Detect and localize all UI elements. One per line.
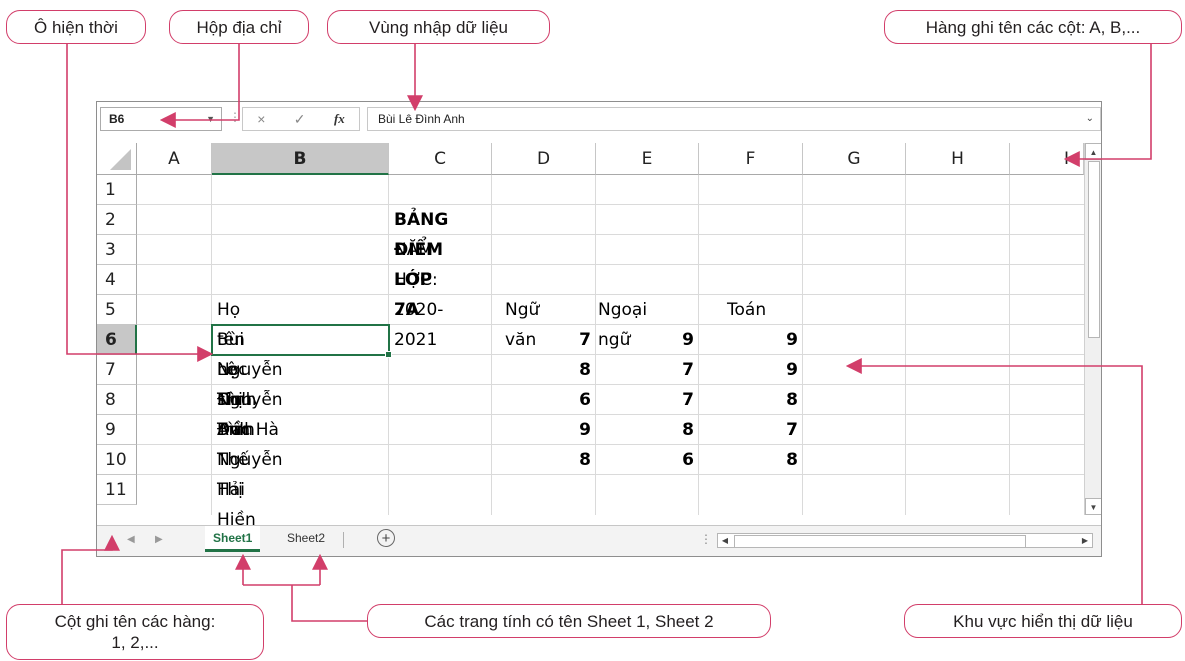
score-value: 9 — [786, 360, 798, 380]
score-value: 8 — [786, 450, 798, 470]
formula-buttons: × ✓ fx — [242, 107, 360, 131]
row-header-11[interactable]: 11 — [97, 475, 137, 505]
spreadsheet-window: B6 ▼ ⋮ × ✓ fx Bùi Lê Đình Anh ⌄ A B C D … — [96, 101, 1102, 557]
score-value: 8 — [682, 420, 694, 440]
score-value: 8 — [786, 390, 798, 410]
score-value: 7 — [579, 330, 591, 350]
column-header-i[interactable]: I — [1010, 143, 1084, 175]
score-cell[interactable]: 9 — [699, 325, 803, 355]
tab-divider — [343, 532, 344, 548]
score-value: 7 — [682, 390, 694, 410]
name-box-value: B6 — [109, 112, 125, 126]
row-header-1[interactable]: 1 — [97, 175, 137, 205]
callout-active-cell: Ô hiện thời — [6, 10, 146, 44]
row-header-10[interactable]: 10 — [97, 445, 137, 475]
column-header-a[interactable]: A — [137, 143, 212, 175]
header-math[interactable]: Toán — [722, 295, 766, 325]
add-sheet-icon[interactable]: + — [377, 529, 395, 547]
score-cell[interactable]: 7 — [596, 385, 699, 415]
score-cell[interactable]: 7 — [699, 415, 803, 445]
score-value: 7 — [682, 360, 694, 380]
callout-formula-bar: Vùng nhập dữ liệu — [327, 10, 550, 44]
scroll-right-icon[interactable]: ▶ — [1078, 534, 1092, 547]
grip-icon: ⋮ — [229, 110, 241, 124]
score-cell[interactable]: 8 — [492, 355, 596, 385]
column-header-f[interactable]: F — [699, 143, 803, 175]
score-value: 9 — [682, 330, 694, 350]
score-cell[interactable]: 9 — [596, 325, 699, 355]
score-cell[interactable]: 8 — [699, 385, 803, 415]
callout-name-box: Hộp địa chỉ — [169, 10, 309, 44]
column-header-c[interactable]: C — [389, 143, 492, 175]
callout-row-headers: Cột ghi tên các hàng: 1, 2,... — [6, 604, 264, 660]
callout-data-area: Khu vực hiển thị dữ liệu — [904, 604, 1182, 638]
scrollbar-thumb[interactable] — [1088, 161, 1100, 338]
callout-column-headers: Hàng ghi tên các cột: A, B,... — [884, 10, 1182, 44]
score-value: 6 — [682, 450, 694, 470]
column-header-h[interactable]: H — [906, 143, 1010, 175]
score-cell[interactable]: 9 — [699, 355, 803, 385]
chevron-down-icon[interactable]: ⌄ — [1086, 108, 1094, 130]
tab-sheet1[interactable]: Sheet1 — [205, 526, 261, 552]
score-value: 8 — [579, 360, 591, 380]
insert-function-icon[interactable]: fx — [334, 111, 345, 127]
scroll-left-icon[interactable]: ◀ — [718, 534, 732, 547]
row-header-2[interactable]: 2 — [97, 205, 137, 235]
fill-handle[interactable] — [385, 351, 392, 358]
cancel-icon[interactable]: × — [257, 111, 265, 127]
score-cell[interactable]: 7 — [492, 325, 596, 355]
score-value: 9 — [786, 330, 798, 350]
callout-sheet-tabs: Các trang tính có tên Sheet 1, Sheet 2 — [367, 604, 771, 638]
enter-icon[interactable]: ✓ — [294, 111, 306, 128]
row-header-4[interactable]: 4 — [97, 265, 137, 295]
callout-row-headers-line1: Cột ghi tên các hàng: — [54, 612, 216, 631]
row-header-8[interactable]: 8 — [97, 385, 137, 415]
column-header-g[interactable]: G — [803, 143, 906, 175]
score-cell[interactable]: 7 — [596, 355, 699, 385]
score-cell[interactable]: 8 — [492, 445, 596, 475]
tab-next-icon[interactable]: ▶ — [155, 534, 163, 545]
grip-icon: ⋮ — [700, 532, 712, 546]
sheet-tab-bar: ◀ ▶ Sheet1 Sheet2 + ⋮ ◀ ▶ — [97, 525, 1101, 556]
callout-row-headers-line2: 1, 2,... — [111, 633, 159, 652]
row-header-5[interactable]: 5 — [97, 295, 137, 325]
score-value: 7 — [786, 420, 798, 440]
name-box[interactable]: B6 ▼ — [100, 107, 222, 131]
student-name-cell[interactable]: Nguyễn Thị Hiền — [212, 445, 283, 535]
row-header-7[interactable]: 7 — [97, 355, 137, 385]
scroll-up-icon[interactable]: ▲ — [1085, 143, 1101, 160]
horizontal-scrollbar-thumb[interactable] — [734, 535, 1026, 548]
chevron-down-icon[interactable]: ▼ — [206, 108, 215, 130]
row-header-3[interactable]: 3 — [97, 235, 137, 265]
score-value: 8 — [579, 450, 591, 470]
formula-bar-value: Bùi Lê Đình Anh — [378, 112, 465, 126]
active-cell-outline[interactable] — [211, 324, 390, 356]
score-cell[interactable]: 8 — [699, 445, 803, 475]
row-header-6[interactable]: 6 — [97, 325, 137, 355]
column-header-b[interactable]: B — [212, 143, 389, 175]
score-cell[interactable]: 6 — [492, 385, 596, 415]
sheet-school-year[interactable]: NĂM HỌC: 2020-2021 — [389, 235, 443, 355]
column-header-d[interactable]: D — [492, 143, 596, 175]
score-cell[interactable]: 6 — [596, 445, 699, 475]
row-header-9[interactable]: 9 — [97, 415, 137, 445]
score-cell[interactable]: 9 — [492, 415, 596, 445]
formula-bar[interactable]: Bùi Lê Đình Anh ⌄ — [367, 107, 1101, 131]
column-header-e[interactable]: E — [596, 143, 699, 175]
select-all-corner[interactable] — [97, 143, 137, 175]
tab-prev-icon[interactable]: ◀ — [127, 534, 135, 545]
vertical-scrollbar[interactable]: ▲ ▼ — [1084, 143, 1101, 515]
score-value: 9 — [579, 420, 591, 440]
scroll-down-icon[interactable]: ▼ — [1085, 498, 1101, 515]
horizontal-scrollbar[interactable]: ◀ ▶ — [717, 533, 1093, 548]
score-value: 6 — [579, 390, 591, 410]
tab-sheet2[interactable]: Sheet2 — [279, 526, 333, 552]
score-cell[interactable]: 8 — [596, 415, 699, 445]
